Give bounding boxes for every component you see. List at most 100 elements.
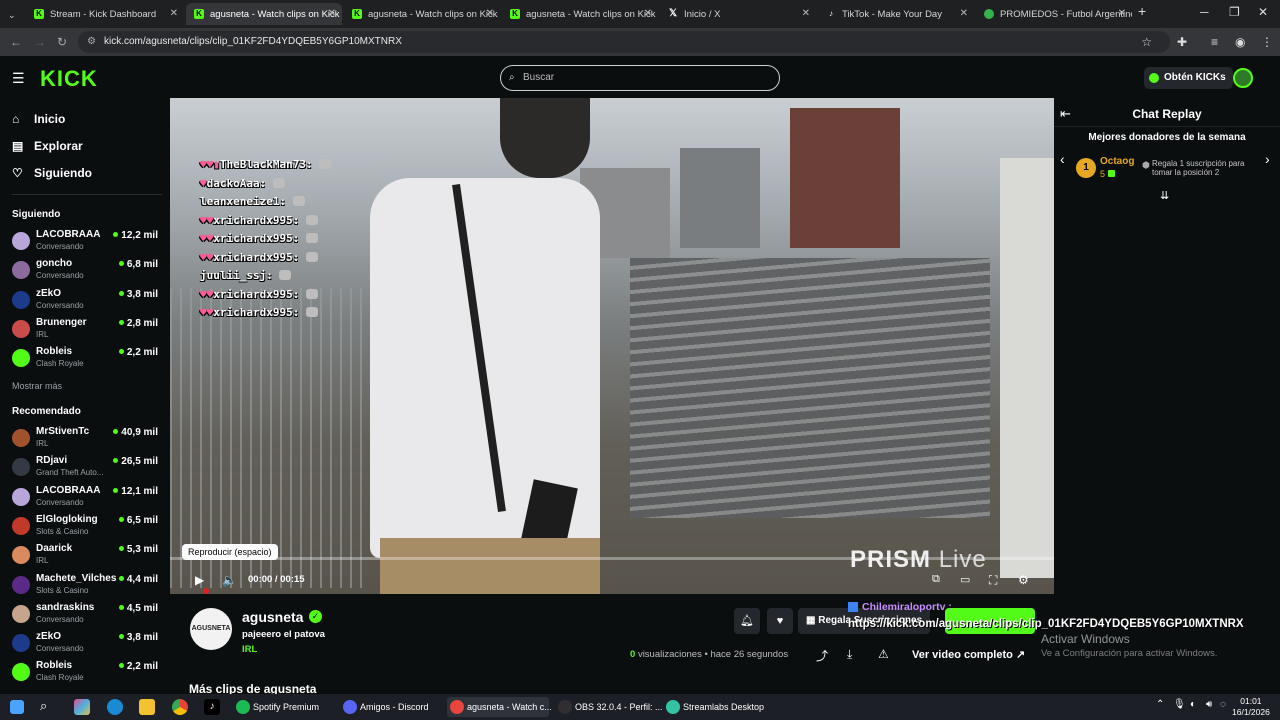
donor-name[interactable]: Octaog bbox=[1100, 156, 1134, 167]
chrome-icon[interactable] bbox=[172, 699, 188, 715]
sidebar-item-inicio[interactable]: ⌂ Inicio bbox=[12, 112, 65, 126]
edge-icon[interactable] bbox=[107, 699, 123, 715]
close-icon[interactable]: ✕ bbox=[960, 8, 968, 19]
follow-button[interactable]: ♥ bbox=[767, 608, 793, 634]
close-window-icon[interactable]: ✕ bbox=[1258, 5, 1268, 19]
channel-row[interactable]: Robleis Clash Royale 2,2 mil bbox=[12, 660, 162, 688]
prism-live-watermark: PRISM Live bbox=[850, 546, 987, 574]
taskbar-app[interactable]: Spotify Premium bbox=[233, 697, 333, 717]
channel-row[interactable]: Robleis Clash Royale 2,2 mil bbox=[12, 346, 162, 374]
channel-row[interactable]: Brunenger IRL 2,8 mil bbox=[12, 317, 162, 345]
forward-icon[interactable]: → bbox=[34, 35, 46, 49]
windows-start-icon[interactable] bbox=[10, 700, 24, 714]
network-icon[interactable]: ◌ bbox=[1220, 699, 1226, 710]
settings-icon[interactable]: ⚙ bbox=[1018, 573, 1029, 587]
channel-avatar[interactable]: AGUSNETA bbox=[190, 608, 232, 650]
user-avatar[interactable] bbox=[1233, 68, 1253, 88]
chevron-up-icon[interactable]: ⌃ bbox=[1156, 699, 1164, 710]
clip-category[interactable]: IRL bbox=[242, 644, 257, 655]
headset-icon[interactable]: ◐ bbox=[1190, 699, 1196, 710]
tab-search-button[interactable]: ⌄ bbox=[4, 4, 22, 26]
hamburger-menu-icon[interactable]: ☰ bbox=[12, 70, 25, 87]
scroll-down-icon[interactable]: ⇊ bbox=[1160, 189, 1169, 202]
tab-1[interactable]: K agusneta - Watch clips on Kick ✕ bbox=[186, 3, 342, 25]
microphone-icon[interactable]: 🎙︎ bbox=[1173, 699, 1186, 710]
close-icon[interactable]: ✕ bbox=[644, 8, 652, 19]
play-icon[interactable]: ▶ bbox=[195, 573, 204, 587]
channel-row[interactable]: LACOBRAAA Conversando 12,1 mil bbox=[12, 485, 162, 513]
profile-icon[interactable]: ◉ bbox=[1235, 35, 1245, 49]
channel-row[interactable]: Daarick IRL 5,3 mil bbox=[12, 543, 162, 571]
search-input[interactable]: ⌕ Buscar bbox=[500, 65, 780, 91]
back-icon[interactable]: ← bbox=[10, 35, 22, 49]
menu-icon[interactable]: ⋮ bbox=[1261, 35, 1273, 49]
taskbar-app[interactable]: Amigos - Discord bbox=[340, 697, 440, 717]
sidebar-item-siguiendo[interactable]: ♡ Siguiendo bbox=[12, 166, 92, 180]
download-icon[interactable]: ⤓ bbox=[847, 647, 852, 662]
tab-4[interactable]: 𝕏 Inicio / X ✕ bbox=[660, 3, 816, 25]
channel-row[interactable]: RDjavi Grand Theft Auto... 26,5 mil bbox=[12, 455, 162, 483]
taskbar-app[interactable]: Streamlabs Desktop bbox=[663, 697, 764, 717]
taskbar-app[interactable]: agusneta - Watch c... bbox=[447, 697, 552, 717]
tab-0[interactable]: K Stream - Kick Dashboard ✕ bbox=[26, 3, 184, 25]
channel-row[interactable]: goncho Conversando 6,8 mil bbox=[12, 258, 162, 286]
tab-2[interactable]: K agusneta - Watch clips on Kick ✕ bbox=[344, 3, 500, 25]
pip-icon[interactable]: ⧉ bbox=[932, 573, 940, 586]
kick-logo[interactable]: KICK bbox=[40, 66, 98, 92]
minimize-icon[interactable]: ─ bbox=[1200, 5, 1209, 19]
media-control-icon[interactable]: ≡ bbox=[1211, 35, 1218, 49]
bookmark-star-icon[interactable]: ☆ bbox=[1141, 31, 1152, 53]
volume-icon[interactable]: 🔈 bbox=[222, 573, 237, 587]
obten-kicks-button[interactable]: Obtén KICKs bbox=[1144, 67, 1233, 89]
url-field[interactable]: ⚙ kick.com/agusneta/clips/clip_01KF2FD4Y… bbox=[78, 31, 1170, 53]
emote-icon bbox=[305, 214, 318, 225]
video-player[interactable]: ♥♥▮TheBlackMan73: ♥dackoAaa: leanxeneize… bbox=[170, 98, 1054, 594]
tab-3[interactable]: K agusneta - Watch clips on Kick ✕ bbox=[502, 3, 658, 25]
close-icon[interactable]: ✕ bbox=[328, 8, 336, 19]
taskbar-clock[interactable]: 01:01 16/1/2026 bbox=[1232, 696, 1270, 718]
report-icon[interactable]: ⚠ bbox=[878, 647, 889, 661]
tiktok-icon[interactable]: ♪ bbox=[204, 699, 220, 715]
channel-avatar bbox=[12, 429, 30, 447]
sidebar-item-explorar[interactable]: ▤ Explorar bbox=[12, 139, 83, 153]
floating-chat-message[interactable]: https://kick.com/agusneta/clips/clip_01K… bbox=[848, 618, 1244, 630]
taskbar-app-label: Spotify Premium bbox=[253, 702, 320, 712]
channel-avatar bbox=[12, 487, 30, 506]
taskbar-app[interactable]: OBS 32.0.4 - Perfil: ... bbox=[555, 697, 663, 717]
share-icon[interactable]: ⤴ bbox=[816, 647, 828, 664]
restore-icon[interactable]: ❐ bbox=[1229, 5, 1240, 19]
fullscreen-icon[interactable]: ⛶ bbox=[989, 573, 997, 588]
channel-row[interactable]: zEkO Conversando 3,8 mil bbox=[12, 288, 162, 316]
channel-category: Conversando bbox=[36, 242, 84, 251]
close-icon[interactable]: ✕ bbox=[170, 8, 178, 19]
close-icon[interactable]: ✕ bbox=[486, 8, 494, 19]
show-more-link[interactable]: Mostrar más bbox=[12, 381, 62, 391]
tab-5[interactable]: ♪ TikTok - Make Your Day ✕ bbox=[818, 3, 974, 25]
file-explorer-icon[interactable] bbox=[139, 699, 155, 715]
close-icon[interactable]: ✕ bbox=[802, 8, 810, 19]
new-tab-icon[interactable]: + bbox=[1138, 3, 1146, 19]
reload-icon[interactable]: ↻ bbox=[57, 35, 67, 49]
extensions-icon[interactable]: ✚ bbox=[1177, 35, 1187, 49]
channel-row[interactable]: MrStivenTc IRL 40,9 mil bbox=[12, 426, 162, 454]
channel-row[interactable]: zEkO Conversando 3,8 mil bbox=[12, 631, 162, 659]
full-video-link[interactable]: Ver video completo ↗ bbox=[912, 648, 1025, 661]
volume-icon[interactable]: 🔊︎ bbox=[1206, 699, 1212, 710]
channel-name[interactable]: agusneta bbox=[242, 609, 303, 625]
search-icon[interactable]: ⌕ bbox=[40, 698, 47, 714]
channel-row[interactable]: sandraskins Conversando 4,5 mil bbox=[12, 602, 162, 630]
channel-row[interactable]: ElGlogloking Slots & Casino 6,5 mil bbox=[12, 514, 162, 542]
tab-6[interactable]: PROMIEDOS - Futbol Argentino ✕ bbox=[976, 3, 1132, 25]
theater-mode-icon[interactable]: ▭ bbox=[960, 573, 970, 586]
close-icon[interactable]: ✕ bbox=[1118, 8, 1126, 19]
channel-row[interactable]: LACOBRAAA Conversando 12,2 mil bbox=[12, 229, 162, 257]
donor-promo[interactable]: Regala 1 suscripción para tomar la posic… bbox=[1152, 159, 1262, 177]
kicks-coin-icon bbox=[1149, 73, 1159, 83]
notification-bell-button[interactable]: 🔔︎ bbox=[734, 608, 760, 634]
copilot-icon[interactable] bbox=[74, 699, 90, 715]
channel-category: Slots & Casino bbox=[36, 526, 89, 536]
channel-row[interactable]: Machete_Vilches Slots & Casino 4,4 mil bbox=[12, 573, 162, 601]
chevron-left-icon[interactable]: ‹ bbox=[1060, 151, 1065, 167]
progress-bar[interactable] bbox=[170, 557, 1054, 560]
site-info-icon[interactable]: ⚙ bbox=[87, 31, 96, 53]
